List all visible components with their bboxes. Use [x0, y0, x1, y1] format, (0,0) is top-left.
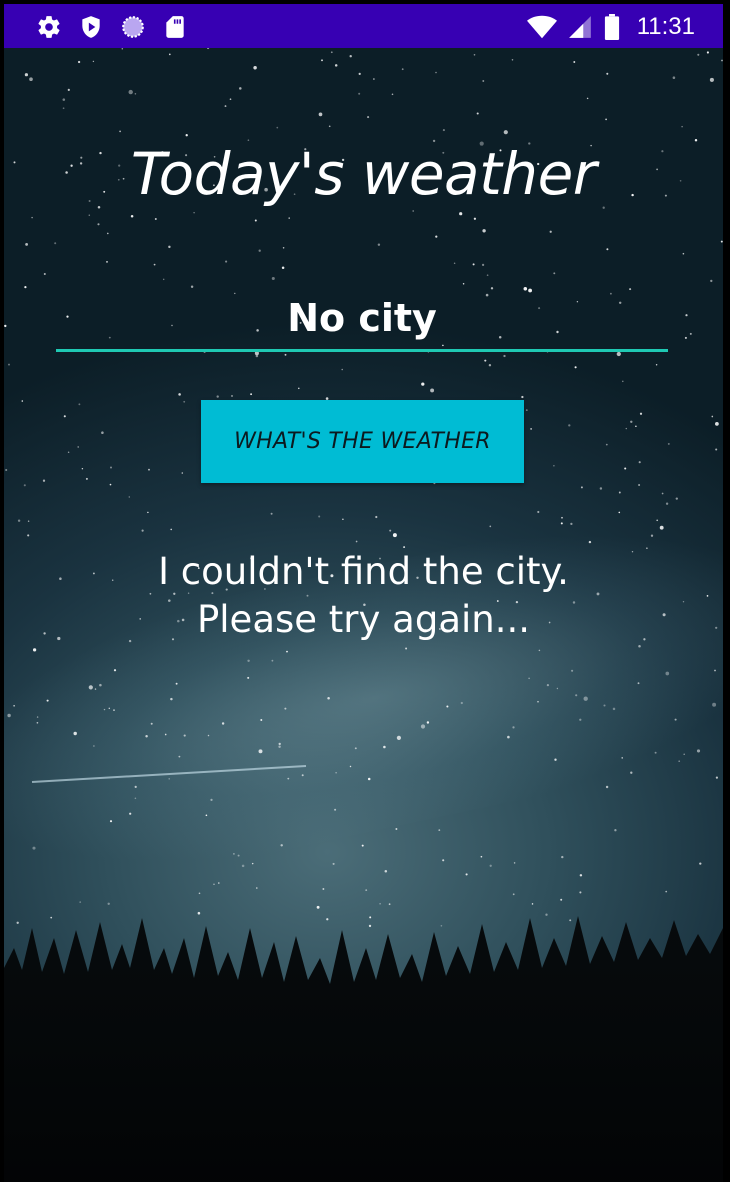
status-bar-left-icons	[36, 13, 188, 41]
cell-signal-icon	[567, 14, 593, 40]
clock-time: 11:31	[636, 13, 695, 40]
weather-result-message: I couldn't find the city. Please try aga…	[4, 548, 723, 644]
status-bar-right-icons: 11:31	[526, 13, 695, 41]
gear-icon	[36, 14, 62, 40]
result-line-2: Please try again...	[196, 598, 531, 641]
whats-the-weather-button[interactable]: WHAT'S THE WEATHER	[201, 400, 524, 483]
sd-card-icon	[162, 14, 188, 40]
sync-circle-icon	[120, 14, 146, 40]
battery-icon	[603, 14, 621, 40]
play-protect-icon	[78, 14, 104, 40]
weather-form: Today's weather WHAT'S THE WEATHER I cou…	[4, 4, 723, 1182]
device-frame: 11:31 Today's weather WHAT	[0, 0, 730, 1182]
wifi-icon	[526, 14, 557, 40]
page-title: Today's weather	[130, 140, 597, 208]
app-screen: 11:31 Today's weather WHAT	[4, 4, 723, 1182]
city-input[interactable]	[56, 286, 668, 352]
result-line-1: I couldn't find the city.	[158, 550, 569, 593]
status-bar: 11:31	[4, 4, 723, 48]
